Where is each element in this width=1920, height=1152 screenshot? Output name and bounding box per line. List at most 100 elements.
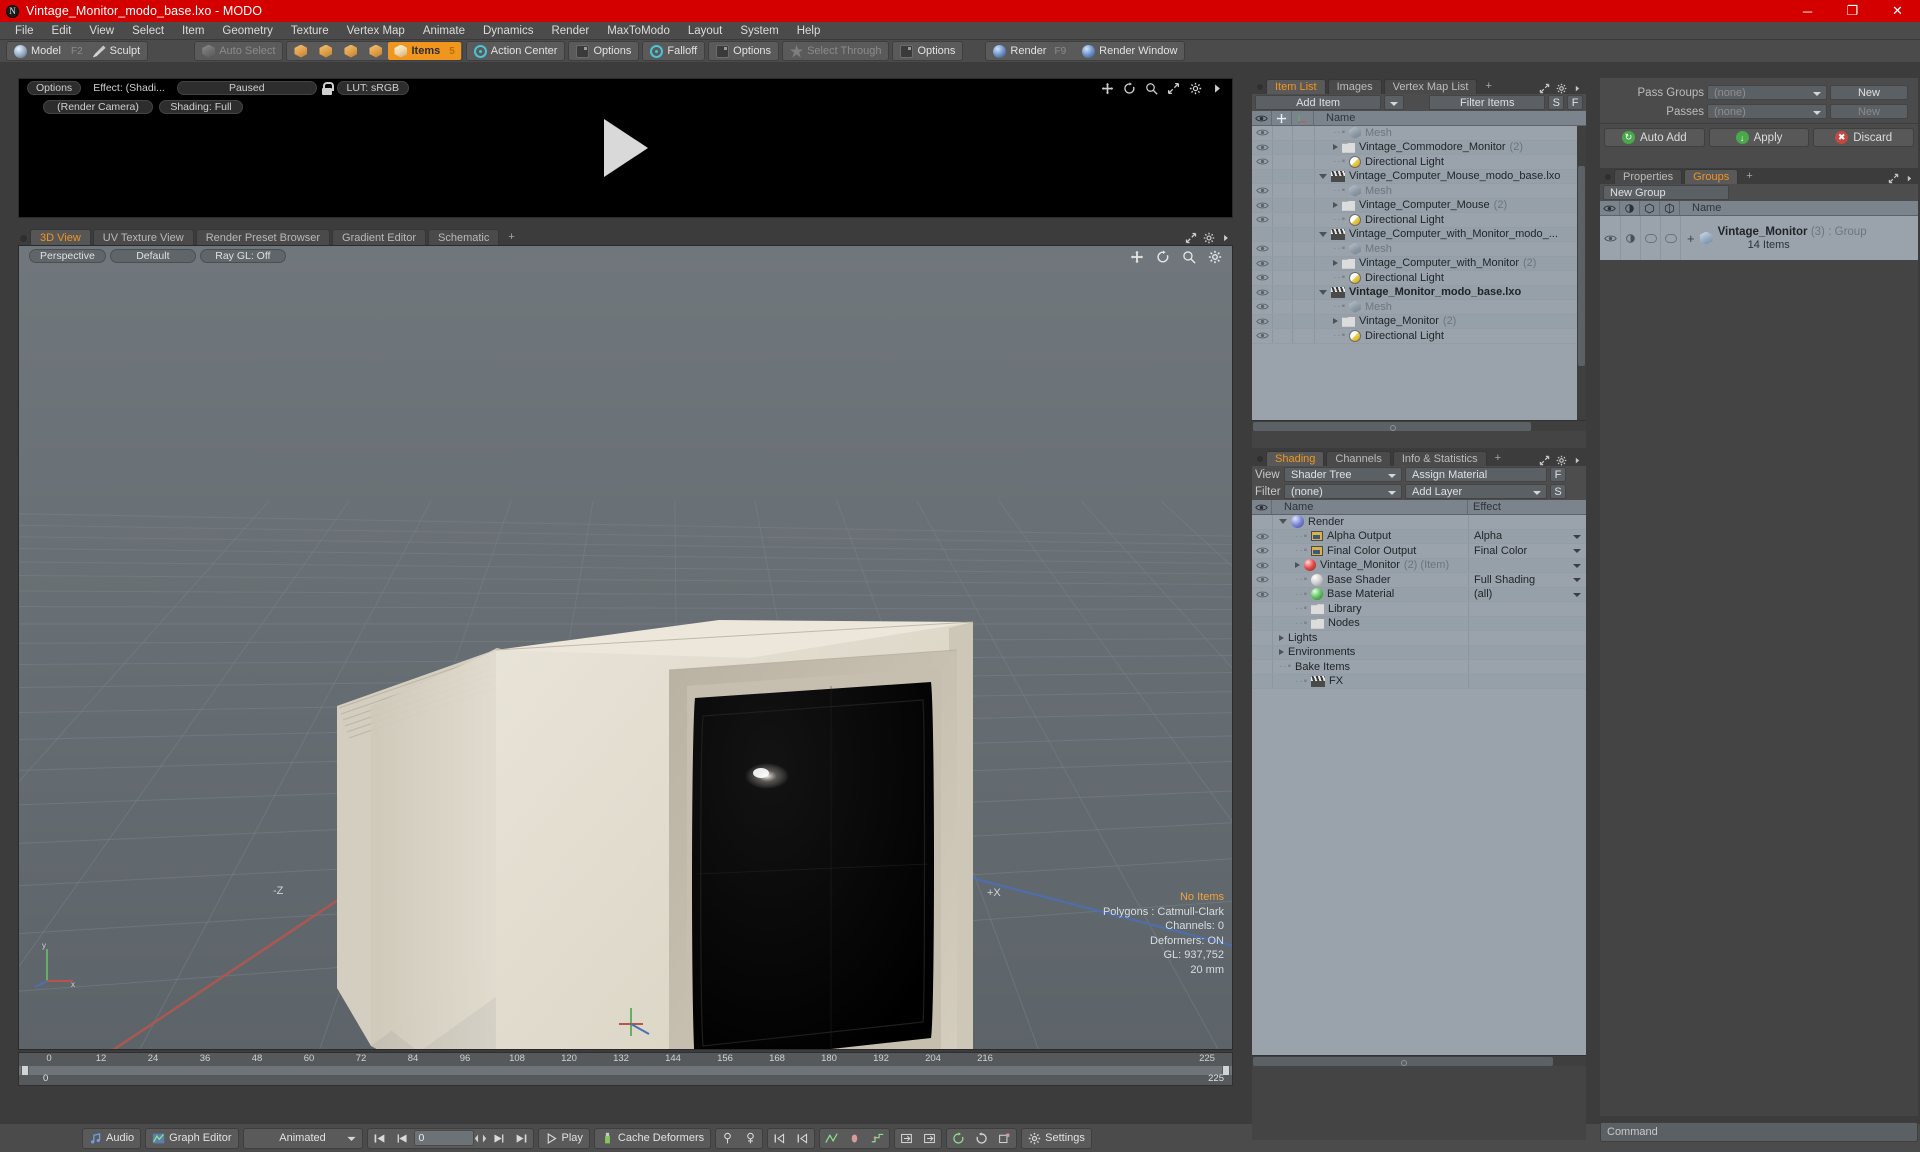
group-row[interactable]: + Vintage_Monitor (3) : Group 14 Items bbox=[1600, 216, 1918, 260]
row-name-cell[interactable]: ··▪Directional Light bbox=[1314, 271, 1586, 285]
menu-file[interactable]: File bbox=[6, 22, 43, 40]
row-name-cell[interactable]: ··▪Directional Light bbox=[1314, 155, 1586, 169]
collapse-triangle-icon[interactable] bbox=[1279, 519, 1287, 524]
menu-dynamics[interactable]: Dynamics bbox=[474, 22, 542, 40]
table-row[interactable]: ··▪Mesh bbox=[1252, 126, 1586, 141]
pan-icon[interactable] bbox=[1101, 82, 1114, 95]
shading-tab-dot[interactable] bbox=[1257, 456, 1263, 462]
curve-linear-button[interactable] bbox=[820, 1129, 843, 1148]
row-visibility-toggle[interactable] bbox=[1252, 546, 1272, 555]
item-list-tab-dot[interactable] bbox=[1257, 84, 1263, 90]
item-list-s-button[interactable]: S bbox=[1548, 95, 1564, 110]
row-effect-cell[interactable] bbox=[1468, 559, 1586, 573]
row-effect-cell[interactable]: (all) bbox=[1468, 588, 1586, 602]
auto-add-button[interactable]: ↻ Auto Add bbox=[1604, 128, 1705, 147]
row-transform-cell[interactable] bbox=[1292, 213, 1314, 227]
row-transform-cell[interactable] bbox=[1292, 228, 1314, 242]
tab-uv-texture-view[interactable]: UV Texture View bbox=[93, 229, 194, 245]
row-lock-cell[interactable] bbox=[1272, 170, 1292, 184]
tab-groups[interactable]: Groups bbox=[1684, 169, 1738, 184]
row-visibility-toggle[interactable] bbox=[1252, 215, 1272, 224]
viewport-gear-icon[interactable] bbox=[1203, 232, 1215, 244]
groups-empty-area[interactable] bbox=[1600, 260, 1918, 1110]
expand-triangle-icon[interactable] bbox=[1295, 562, 1300, 568]
zoom-icon[interactable] bbox=[1145, 82, 1158, 95]
row-effect-cell[interactable]: Final Color bbox=[1468, 544, 1586, 558]
row-transform-cell[interactable] bbox=[1292, 141, 1314, 155]
menu-vertex-map[interactable]: Vertex Map bbox=[338, 22, 414, 40]
groups-tab-dot[interactable] bbox=[1605, 174, 1611, 180]
render-preview-window[interactable]: Options Effect: (Shadi... Paused LUT: sR… bbox=[18, 78, 1233, 218]
loop-button[interactable] bbox=[947, 1129, 970, 1148]
row-lock-cell[interactable] bbox=[1272, 126, 1292, 140]
groups-expand-icon[interactable] bbox=[1888, 173, 1899, 184]
material-mode-button[interactable] bbox=[363, 42, 388, 60]
groups-col-solid[interactable] bbox=[1660, 201, 1680, 215]
tab-properties[interactable]: Properties bbox=[1614, 169, 1682, 184]
row-visibility-toggle[interactable] bbox=[1252, 302, 1272, 311]
item-list-gear-icon[interactable] bbox=[1556, 83, 1567, 94]
falloff-button[interactable]: Falloff bbox=[644, 42, 703, 60]
group-row-name[interactable]: + Vintage_Monitor (3) : Group 14 Items bbox=[1680, 216, 1918, 260]
row-visibility-toggle[interactable] bbox=[1252, 331, 1272, 340]
action-center-button[interactable]: Action Center bbox=[468, 42, 564, 60]
collapse-triangle-icon[interactable] bbox=[1319, 232, 1327, 237]
table-row[interactable]: Render bbox=[1252, 515, 1586, 530]
table-row[interactable]: ··▪Nodes bbox=[1252, 617, 1586, 632]
menu-render[interactable]: Render bbox=[542, 22, 598, 40]
viewport-pan-icon[interactable] bbox=[1130, 250, 1144, 264]
polygon-mode-button[interactable] bbox=[338, 42, 363, 60]
table-row[interactable]: Vintage_Monitor_modo_base.lxo bbox=[1252, 286, 1586, 301]
menu-view[interactable]: View bbox=[80, 22, 123, 40]
viewport-projection-button[interactable]: Perspective bbox=[29, 249, 106, 263]
tab-schematic[interactable]: Schematic bbox=[428, 229, 499, 245]
go-to-start-button[interactable] bbox=[368, 1129, 391, 1148]
row-name-cell[interactable]: ··▪Bake Items bbox=[1272, 660, 1468, 674]
groups-col-shade[interactable] bbox=[1620, 201, 1640, 215]
viewport-menu-arrow-icon[interactable] bbox=[1221, 232, 1231, 244]
row-name-cell[interactable]: Vintage_Computer_Mouse_modo_base.lxo bbox=[1314, 170, 1586, 184]
table-row[interactable]: ··▪Directional Light bbox=[1252, 155, 1586, 170]
add-item-dropdown[interactable] bbox=[1384, 95, 1404, 110]
shading-gear-icon[interactable] bbox=[1556, 455, 1567, 466]
assign-material-button[interactable]: Assign Material bbox=[1405, 467, 1547, 482]
tab-add-button[interactable]: + bbox=[501, 229, 521, 245]
fit-icon[interactable] bbox=[1167, 82, 1180, 95]
expand-triangle-icon[interactable] bbox=[1279, 635, 1284, 641]
group-row-eye[interactable] bbox=[1600, 234, 1620, 243]
row-lock-cell[interactable] bbox=[1272, 271, 1292, 285]
timeline-track[interactable] bbox=[19, 1066, 1232, 1075]
loop-reverse-button[interactable] bbox=[970, 1129, 993, 1148]
row-lock-cell[interactable] bbox=[1272, 141, 1292, 155]
col-lock[interactable] bbox=[1272, 111, 1292, 125]
shading-expand-icon[interactable] bbox=[1539, 455, 1550, 466]
range-end-button[interactable] bbox=[918, 1129, 941, 1148]
row-name-cell[interactable]: Vintage_Computer_Mouse (2) bbox=[1314, 199, 1586, 213]
row-visibility-toggle[interactable] bbox=[1252, 157, 1272, 166]
play-overlay-icon[interactable] bbox=[604, 119, 648, 177]
row-name-cell[interactable]: Render bbox=[1272, 515, 1468, 529]
row-name-cell[interactable]: Vintage_Monitor_modo_base.lxo bbox=[1314, 286, 1586, 300]
menu-layout[interactable]: Layout bbox=[679, 22, 732, 40]
render-button[interactable]: Render F9 bbox=[987, 42, 1076, 60]
row-lock-cell[interactable] bbox=[1272, 286, 1292, 300]
table-row[interactable]: Vintage_Commodore_Monitor (2) bbox=[1252, 141, 1586, 156]
table-row[interactable]: ··▪Alpha OutputAlpha bbox=[1252, 530, 1586, 545]
expand-viewport-icon[interactable] bbox=[1185, 232, 1197, 244]
collapse-triangle-icon[interactable] bbox=[1319, 174, 1327, 179]
row-name-cell[interactable]: Environments bbox=[1272, 646, 1468, 660]
table-row[interactable]: Vintage_Computer_Mouse_modo_base.lxo bbox=[1252, 170, 1586, 185]
expand-triangle-icon[interactable] bbox=[1333, 202, 1338, 208]
shading-hscroll-thumb[interactable] bbox=[1253, 1057, 1553, 1066]
item-list-menu-arrow-icon[interactable] bbox=[1573, 83, 1582, 94]
row-visibility-toggle[interactable] bbox=[1252, 532, 1272, 541]
settings-button[interactable]: Settings bbox=[1022, 1129, 1091, 1148]
row-name-cell[interactable]: ··▪Library bbox=[1272, 602, 1468, 616]
row-effect-cell[interactable]: Alpha bbox=[1468, 530, 1586, 544]
expand-arrow-icon[interactable] bbox=[1211, 82, 1224, 95]
row-lock-cell[interactable] bbox=[1272, 199, 1292, 213]
group-row-solid-toggle[interactable] bbox=[1660, 216, 1680, 260]
table-row[interactable]: ··▪Library bbox=[1252, 602, 1586, 617]
tab-gradient-editor[interactable]: Gradient Editor bbox=[332, 229, 426, 245]
expand-triangle-icon[interactable] bbox=[1333, 260, 1338, 266]
